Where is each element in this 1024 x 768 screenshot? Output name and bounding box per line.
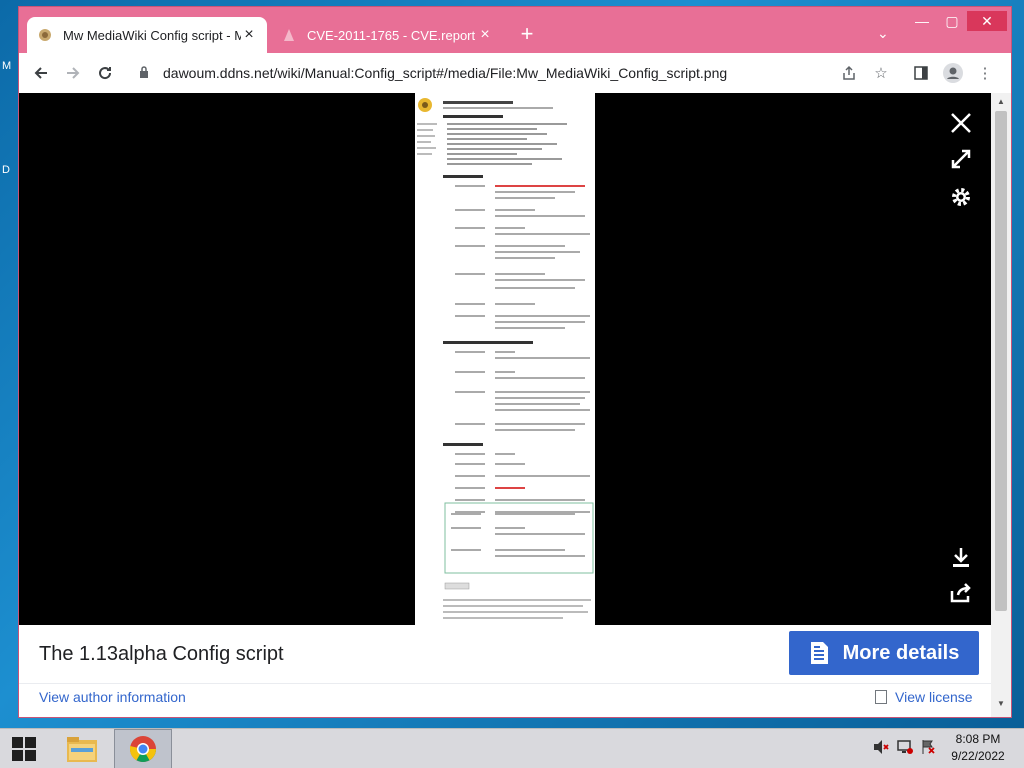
scroll-down-arrow-icon[interactable]: ▼ (995, 699, 1007, 711)
config-script-screenshot-image (415, 93, 595, 625)
media-viewer (19, 93, 991, 625)
more-details-button[interactable]: More details (789, 631, 979, 675)
file-page-icon (809, 641, 829, 665)
lock-icon (139, 65, 153, 81)
address-bar[interactable]: dawoum.ddns.net/wiki/Manual:Config_scrip… (131, 57, 871, 89)
download-icon[interactable] (947, 543, 975, 571)
page-viewport: The 1.13alpha Config script More details… (19, 93, 1011, 717)
tab-search-chevron-icon[interactable]: ⌄ (877, 25, 889, 42)
view-license-label: View license (895, 689, 973, 705)
browser-toolbar: dawoum.ddns.net/wiki/Manual:Config_scrip… (19, 53, 1011, 93)
desktop-icon-label-d: D (2, 164, 10, 176)
folder-icon (67, 737, 97, 762)
clock-time: 8:08 PM (955, 732, 1001, 746)
bookmark-star-icon[interactable]: ☆ (867, 57, 895, 89)
profile-avatar-icon[interactable] (939, 57, 967, 89)
scrollbar[interactable]: ▲ ▼ (991, 93, 1011, 717)
browser-window: Mw MediaWiki Config script - M × CVE-201… (18, 6, 1012, 718)
start-button[interactable] (0, 729, 48, 768)
tab-mediawiki-config[interactable]: Mw MediaWiki Config script - M × (27, 17, 267, 53)
desktop-icon-label-m: M (2, 60, 12, 72)
url-text: dawoum.ddns.net/wiki/Manual:Config_scrip… (163, 65, 728, 81)
chrome-taskbar-button[interactable] (114, 729, 172, 768)
license-icon (875, 690, 887, 704)
tab-title: CVE-2011-1765 - CVE.report (307, 27, 476, 43)
taskbar: 8:08 PM 9/22/2022 (0, 728, 1024, 768)
side-panel-icon[interactable] (907, 57, 935, 89)
windows-logo-icon (12, 737, 36, 761)
more-details-label: More details (842, 641, 960, 664)
title-bar: Mw MediaWiki Config script - M × CVE-201… (19, 7, 1011, 53)
close-tab-icon[interactable]: × (477, 26, 493, 44)
tab-title: Mw MediaWiki Config script - M (63, 27, 241, 43)
more-menu-icon[interactable]: ⋮ (971, 57, 999, 89)
share-icon[interactable] (947, 579, 975, 607)
forward-arrow-icon[interactable] (57, 57, 89, 89)
close-window-button[interactable]: ✕ (967, 11, 1007, 31)
view-license-link[interactable]: View license (875, 689, 973, 705)
network-icon[interactable] (896, 739, 914, 758)
back-arrow-icon[interactable] (25, 57, 57, 89)
system-clock[interactable]: 8:08 PM 9/22/2022 (938, 731, 1018, 765)
chrome-icon (129, 736, 157, 763)
fullscreen-icon[interactable] (947, 145, 975, 173)
gear-icon[interactable] (947, 183, 975, 211)
tab-cve-report[interactable]: CVE-2011-1765 - CVE.report × (271, 17, 503, 53)
close-viewer-icon[interactable] (947, 109, 975, 137)
view-author-link[interactable]: View author information (39, 689, 186, 705)
close-tab-icon[interactable]: × (241, 26, 257, 44)
media-caption: The 1.13alpha Config script (39, 643, 284, 665)
volume-muted-icon[interactable] (872, 739, 890, 758)
divider (19, 683, 991, 684)
share-icon[interactable] (835, 57, 863, 89)
clock-date: 9/22/2022 (951, 749, 1005, 763)
new-tab-button[interactable]: + (515, 23, 539, 47)
minimize-button[interactable]: — (907, 11, 937, 31)
reload-icon[interactable] (89, 57, 121, 89)
scroll-up-arrow-icon[interactable]: ▲ (995, 97, 1007, 109)
mediawiki-favicon-icon (37, 27, 53, 43)
action-center-flag-icon[interactable] (920, 739, 936, 758)
file-explorer-taskbar-button[interactable] (56, 729, 108, 768)
cve-favicon-icon (281, 27, 297, 43)
scrollbar-thumb[interactable] (995, 111, 1007, 611)
maximize-button[interactable]: ▢ (937, 11, 967, 31)
